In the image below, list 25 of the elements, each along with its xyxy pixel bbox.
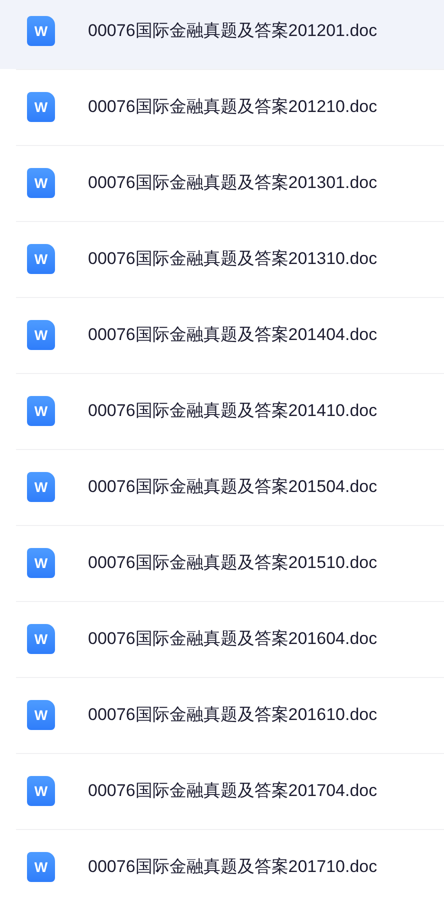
document-icon: W — [27, 472, 55, 502]
file-name: 00076国际金融真题及答案201301.doc — [88, 172, 378, 194]
file-name: 00076国际金融真题及答案201510.doc — [88, 552, 378, 574]
file-row[interactable]: W 00076国际金融真题及答案201201.doc — [0, 0, 444, 69]
file-name: 00076国际金融真题及答案201404.doc — [88, 324, 378, 346]
document-icon: W — [27, 92, 55, 122]
file-name: 00076国际金融真题及答案201210.doc — [88, 96, 378, 118]
file-name: 00076国际金融真题及答案201704.doc — [88, 780, 378, 802]
document-icon: W — [27, 16, 55, 46]
document-icon: W — [27, 852, 55, 882]
document-icon: W — [27, 548, 55, 578]
document-icon: W — [27, 396, 55, 426]
file-name: 00076国际金融真题及答案201201.doc — [88, 20, 378, 42]
file-name: 00076国际金融真题及答案201610.doc — [88, 704, 378, 726]
file-name: 00076国际金融真题及答案201504.doc — [88, 476, 378, 498]
document-icon: W — [27, 320, 55, 350]
document-icon: W — [27, 700, 55, 730]
file-name: 00076国际金融真题及答案201310.doc — [88, 248, 378, 270]
document-icon: W — [27, 624, 55, 654]
document-icon: W — [27, 776, 55, 806]
document-icon: W — [27, 244, 55, 274]
file-name: 00076国际金融真题及答案201604.doc — [88, 628, 378, 650]
document-icon: W — [27, 168, 55, 198]
file-name: 00076国际金融真题及答案201710.doc — [88, 856, 378, 878]
file-name: 00076国际金融真题及答案201410.doc — [88, 400, 378, 422]
